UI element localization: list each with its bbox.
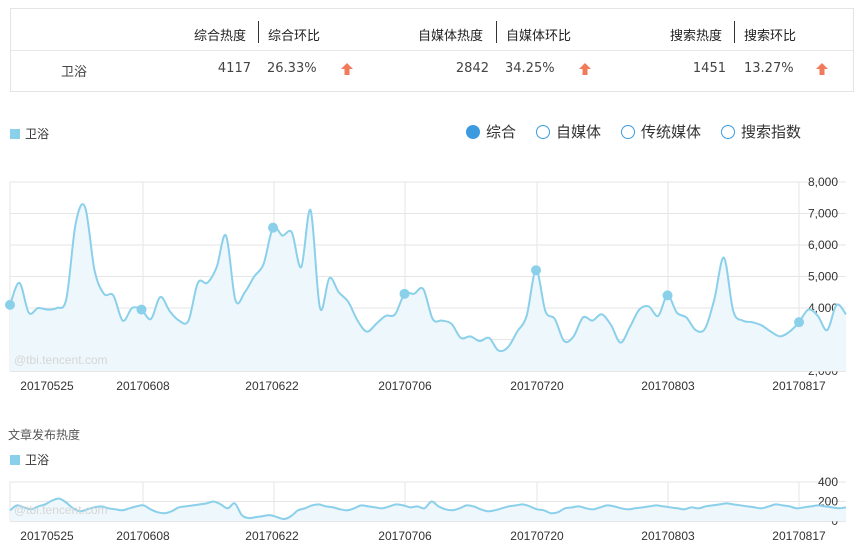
x-tick-label: 20170803 xyxy=(641,529,695,543)
y-tick-label: 8,000 xyxy=(808,175,838,189)
x-tick-label: 20170817 xyxy=(772,529,826,543)
x-tick-label: 20170720 xyxy=(510,529,564,543)
watermark: @tbi.tencent.com xyxy=(14,503,108,517)
data-point xyxy=(794,317,805,328)
x-tick-label: 20170622 xyxy=(245,379,299,393)
data-point xyxy=(662,290,673,301)
y-tick-label: 5,000 xyxy=(808,270,838,284)
x-tick-label: 20170525 xyxy=(20,379,74,393)
x-tick-label: 20170720 xyxy=(510,379,564,393)
y-tick-label: 400 xyxy=(818,475,838,489)
x-tick-label: 20170817 xyxy=(772,379,826,393)
x-tick-label: 20170706 xyxy=(378,529,432,543)
watermark: @tbi.tencent.com xyxy=(14,353,108,367)
y-tick-label: 7,000 xyxy=(808,207,838,221)
x-tick-label: 20170525 xyxy=(20,529,74,543)
x-tick-label: 20170608 xyxy=(116,529,170,543)
data-point xyxy=(5,299,15,310)
data-point xyxy=(268,222,279,233)
data-point xyxy=(399,288,410,299)
charts-canvas: 2,0003,0004,0005,0006,0007,0008,00020170… xyxy=(5,175,847,543)
publish-heat-chart: 0200400201705252017060820170622201707062… xyxy=(9,475,847,543)
y-tick-label: 6,000 xyxy=(808,238,838,252)
data-point xyxy=(136,304,147,315)
main-heat-chart: 2,0003,0004,0005,0006,0007,0008,00020170… xyxy=(5,175,847,393)
x-tick-label: 20170706 xyxy=(378,379,432,393)
area-fill xyxy=(10,204,846,371)
data-point xyxy=(531,265,542,276)
x-tick-label: 20170608 xyxy=(116,379,170,393)
x-tick-label: 20170622 xyxy=(245,529,299,543)
x-tick-label: 20170803 xyxy=(641,379,695,393)
